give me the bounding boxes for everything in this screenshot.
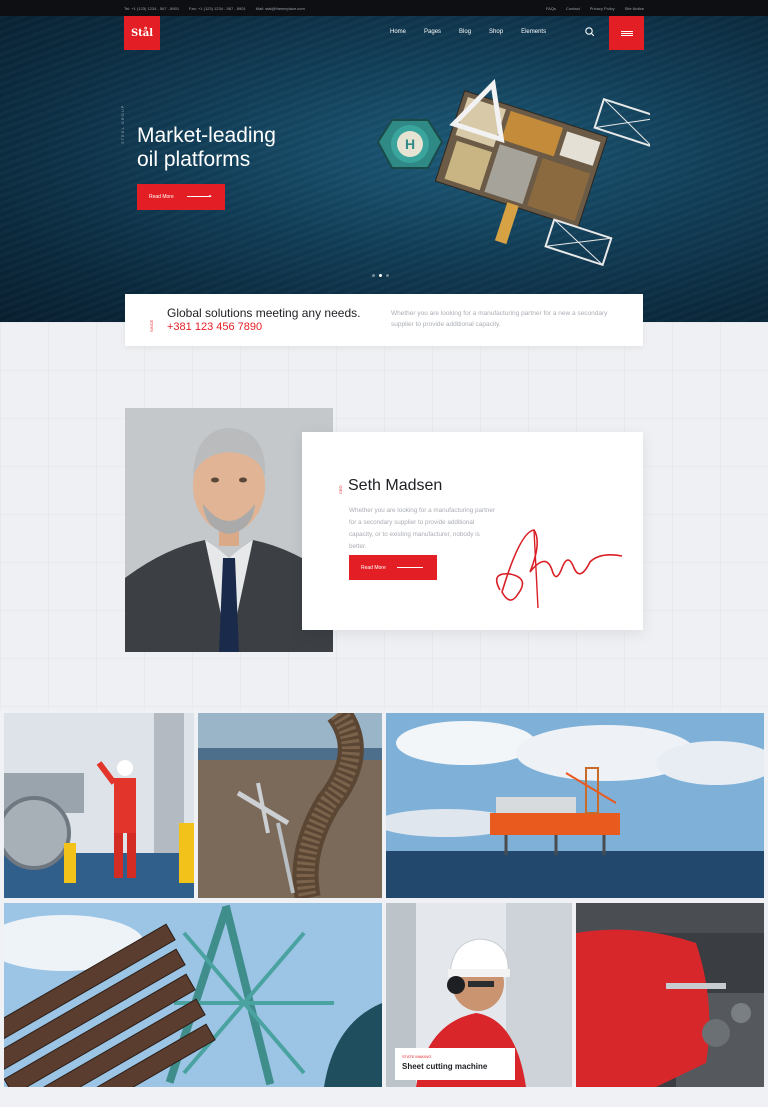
topbar-phone: Tel: +1 (123) 1234 - 567 - 8901 [124,5,180,11]
main-nav: Home Pages Blog Shop Elements [390,29,546,35]
drill-pipes-image [4,903,382,1087]
gallery-worker-pipes[interactable] [4,713,194,898]
menu-icon [620,30,633,32]
topbar-link-contact[interactable]: Contact [566,6,580,11]
menu-button[interactable] [609,16,644,50]
profile-side-label: CEO [338,485,343,494]
info-box: SINCE Global solutions meeting any needs… [125,294,643,346]
svg-text:H: H [405,136,415,152]
info-text: Whether you are looking for a manufactur… [391,310,608,328]
topbar-link-privacy[interactable]: Privacy Policy [590,6,615,11]
profile-button-label: Read More [361,564,386,571]
profile-name: Seth Madsen [348,477,443,494]
site-logo[interactable]: Stål [124,16,160,50]
nav-elements[interactable]: Elements [521,29,546,35]
oil-platform-image: H [376,78,650,267]
search-icon[interactable] [583,25,597,39]
worker-pipes-image [4,713,194,898]
hero-side-label: STEEL GROUP [120,104,125,144]
gallery-rope-deck[interactable] [198,713,382,898]
slider-dot-active[interactable] [379,274,382,277]
caption-title: Sheet cutting machine [402,1062,488,1071]
rope-deck-image [198,713,382,898]
hero-title-line2: oil platforms [137,148,251,171]
rig-at-sea-image [386,713,764,898]
info-side-label: SINCE [149,319,154,332]
slider-dot[interactable] [372,274,375,277]
nav-pages[interactable]: Pages [424,29,441,35]
slider-dot[interactable] [386,274,389,277]
arrow-right-icon [187,195,212,197]
slider-dots [372,274,389,277]
profile-bio: Whether you are looking for a manufactur… [349,507,495,550]
hero-slider: H Stål Home Pages Blog Shop Elements STE… [0,16,768,322]
gallery-worker-engine[interactable] [576,903,764,1087]
gallery-drill-pipes[interactable] [4,903,382,1087]
profile-read-more-button[interactable]: Read More [349,555,437,580]
info-title: Global solutions meeting any needs. [167,306,361,320]
profile-card: CEO Seth Madsen Whether you are looking … [302,432,643,630]
topbar-fax: Fax: +1 (123) 1234 - 567 - 8901 [189,5,246,11]
gallery-rig-at-sea[interactable] [386,713,764,898]
gallery-caption[interactable]: STATE MAKING Sheet cutting machine [395,1048,515,1080]
hero-read-more-button[interactable]: Read More [137,184,225,210]
nav-blog[interactable]: Blog [459,29,471,35]
topbar-link-faqs[interactable]: FAQs [546,6,556,11]
topbar-link-site-notice[interactable]: Site Notice [625,6,644,11]
hero-button-label: Read More [149,194,174,200]
nav-home[interactable]: Home [390,29,406,35]
topbar-email[interactable]: Mail: stal@themeplace.com [256,6,305,11]
hero-title-line1: Market-leading [137,124,276,147]
hero-title: Market-leading oil platforms [137,124,276,172]
worker-engine-image [576,903,764,1087]
info-phone[interactable]: +381 123 456 7890 [167,321,262,333]
caption-category: STATE MAKING [402,1054,432,1059]
nav-shop[interactable]: Shop [489,29,503,35]
top-info-bar: Tel: +1 (123) 1234 - 567 - 8901 Fax: +1 … [0,0,768,16]
arrow-right-icon [397,567,423,568]
signature-image [495,529,623,609]
